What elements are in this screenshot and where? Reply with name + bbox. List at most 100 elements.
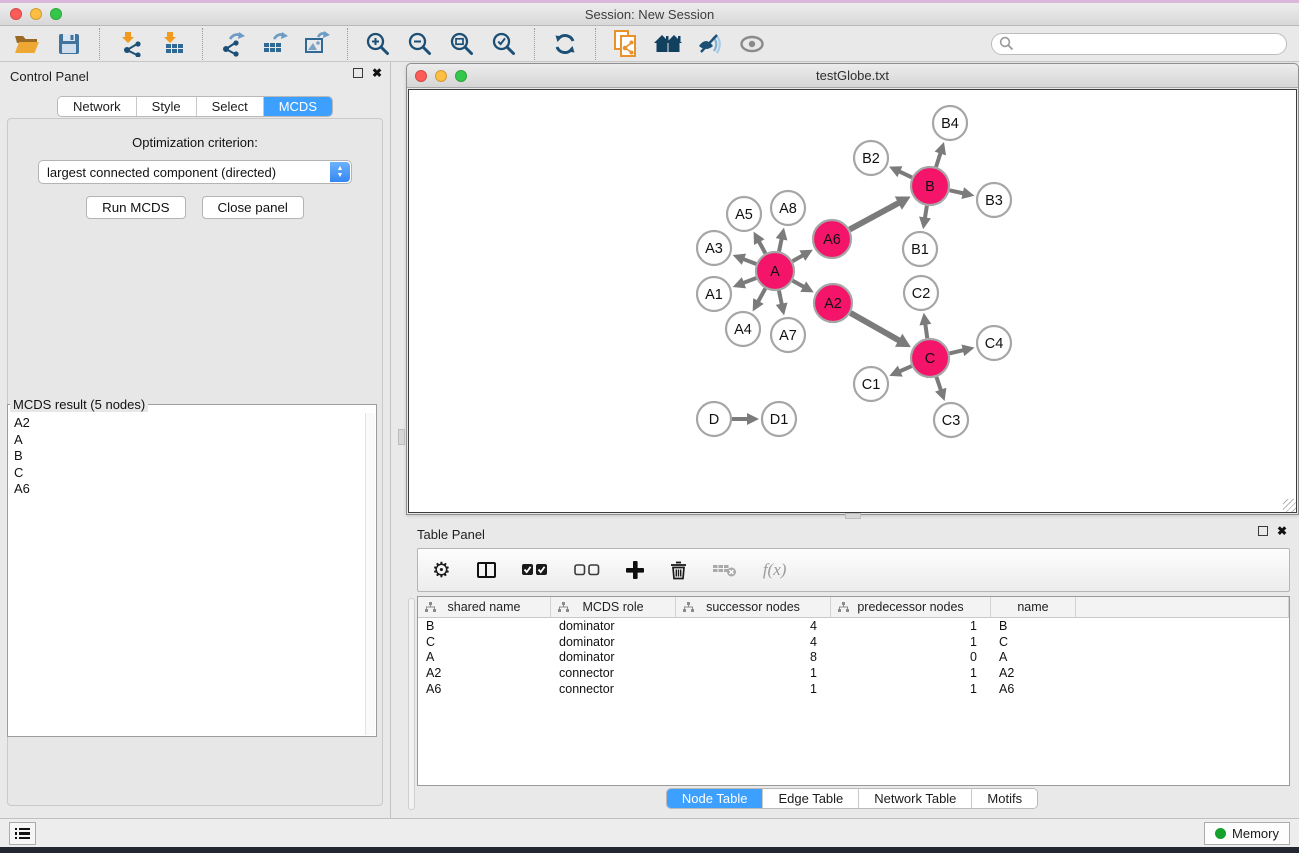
edge-A-A6[interactable] (792, 255, 803, 261)
save-session-icon[interactable] (53, 29, 85, 59)
float-panel-icon[interactable] (353, 68, 363, 78)
table-cell[interactable]: 1 (831, 619, 991, 633)
select-all-icon[interactable] (522, 564, 548, 576)
edge-C-C1[interactable] (899, 366, 911, 371)
close-table-panel-icon[interactable]: ✖ (1277, 526, 1287, 536)
table-row[interactable]: Cdominator41C (418, 634, 1289, 650)
edge-A-A8[interactable] (779, 238, 782, 251)
add-row-icon[interactable] (626, 561, 644, 579)
table-cell[interactable]: 0 (831, 650, 991, 664)
table-cell[interactable]: C (418, 635, 551, 649)
table-cell[interactable]: dominator (551, 635, 676, 649)
mcds-result-item[interactable]: C (14, 465, 376, 482)
search-field[interactable] (991, 33, 1287, 55)
network-canvas[interactable]: B4B2BB3A5A8A6A3AB1A1A2C2A4A7C4CC1DD1C3 (408, 89, 1297, 513)
horizontal-splitter-grip[interactable] (845, 513, 861, 519)
table-cell[interactable]: 1 (831, 682, 991, 696)
show-view-icon[interactable] (736, 29, 768, 59)
column-header-name[interactable]: name (991, 597, 1076, 617)
column-header-successor-nodes[interactable]: successor nodes (676, 597, 831, 617)
window-resize-grip[interactable] (1283, 499, 1296, 512)
table-cell[interactable]: 4 (676, 619, 831, 633)
zoom-selected-icon[interactable] (488, 29, 520, 59)
tab-select[interactable]: Select (197, 97, 264, 116)
tab-motifs[interactable]: Motifs (972, 789, 1037, 808)
edge-A-A2[interactable] (793, 281, 805, 287)
column-header-predecessor-nodes[interactable]: predecessor nodes (831, 597, 991, 617)
edge-A2-C[interactable] (850, 313, 899, 341)
table-cell[interactable]: 1 (831, 666, 991, 680)
edge-A-A3[interactable] (743, 259, 756, 264)
tab-node-table[interactable]: Node Table (667, 789, 764, 808)
mcds-result-item[interactable]: A2 (14, 415, 376, 432)
edge-A-A5[interactable] (759, 241, 766, 253)
table-cell[interactable]: A6 (991, 682, 1076, 696)
export-table-icon[interactable] (259, 29, 291, 59)
table-cell[interactable]: A (418, 650, 551, 664)
table-cell[interactable]: 1 (676, 682, 831, 696)
zoom-fit-icon[interactable] (446, 29, 478, 59)
edge-B-B4[interactable] (936, 153, 941, 167)
tab-edge-table[interactable]: Edge Table (763, 789, 859, 808)
home-networks-icon[interactable] (652, 29, 684, 59)
table-left-scrollbar[interactable] (408, 598, 415, 810)
tab-style[interactable]: Style (137, 97, 197, 116)
column-header-MCDS-role[interactable]: MCDS role (551, 597, 676, 617)
table-cell[interactable]: A (991, 650, 1076, 664)
table-cell[interactable]: dominator (551, 619, 676, 633)
zoom-in-icon[interactable] (362, 29, 394, 59)
network-graph[interactable]: B4B2BB3A5A8A6A3AB1A1A2C2A4A7C4CC1DD1C3 (409, 90, 1298, 514)
table-row[interactable]: Bdominator41B (418, 618, 1289, 634)
edge-C-C2[interactable] (925, 324, 927, 338)
edge-C-C3[interactable] (936, 377, 941, 391)
mcds-result-scrollbar[interactable] (365, 413, 375, 735)
table-cell[interactable]: 1 (676, 666, 831, 680)
memory-button[interactable]: Memory (1204, 822, 1290, 845)
edge-B-B2[interactable] (899, 171, 912, 177)
edge-B-B3[interactable] (950, 190, 964, 193)
column-header-shared-name[interactable]: shared name (418, 597, 551, 617)
mcds-result-item[interactable]: B (14, 448, 376, 465)
table-cell[interactable]: B (418, 619, 551, 633)
function-builder-icon[interactable]: f(x) (763, 560, 787, 580)
zoom-out-icon[interactable] (404, 29, 436, 59)
export-network-icon[interactable] (217, 29, 249, 59)
hide-graphics-details-icon[interactable] (694, 29, 726, 59)
delete-row-icon[interactable] (670, 561, 687, 580)
close-panel-button[interactable]: Close panel (202, 196, 304, 219)
table-cell[interactable]: 8 (676, 650, 831, 664)
mcds-result-item[interactable]: A (14, 432, 376, 449)
tab-network[interactable]: Network (58, 97, 137, 116)
deselect-all-icon[interactable] (574, 564, 600, 576)
float-table-panel-icon[interactable] (1258, 526, 1268, 536)
table-settings-icon[interactable]: ⚙ (432, 560, 451, 581)
import-network-icon[interactable] (114, 29, 146, 59)
table-cell[interactable]: A2 (418, 666, 551, 680)
table-cell[interactable]: 4 (676, 635, 831, 649)
table-cell[interactable]: B (991, 619, 1076, 633)
tab-mcds[interactable]: MCDS (264, 97, 332, 116)
mcds-result-item[interactable]: A6 (14, 481, 376, 498)
edge-A-A1[interactable] (743, 278, 756, 283)
criterion-select[interactable]: largest connected component (directed) ▲… (38, 160, 352, 184)
table-cell[interactable]: 1 (831, 635, 991, 649)
vertical-splitter-grip[interactable] (398, 429, 405, 445)
edge-A-A4[interactable] (758, 289, 765, 302)
task-history-button[interactable] (9, 822, 36, 845)
table-cell[interactable]: connector (551, 666, 676, 680)
table-cell[interactable]: C (991, 635, 1076, 649)
edge-B-B1[interactable] (925, 206, 927, 219)
table-row[interactable]: A2connector11A2 (418, 665, 1289, 681)
network-window-titlebar[interactable]: testGlobe.txt (407, 64, 1298, 88)
open-file-icon[interactable] (11, 29, 43, 59)
export-image-icon[interactable] (301, 29, 333, 59)
import-table-icon[interactable] (156, 29, 188, 59)
show-column-icon[interactable] (477, 562, 496, 578)
delete-table-icon[interactable] (713, 563, 737, 577)
tab-network-table[interactable]: Network Table (859, 789, 972, 808)
run-mcds-button[interactable]: Run MCDS (86, 196, 185, 219)
table-cell[interactable]: A2 (991, 666, 1076, 680)
edge-C-C4[interactable] (949, 350, 963, 353)
edge-A-A7[interactable] (779, 291, 782, 305)
table-row[interactable]: A6connector11A6 (418, 681, 1289, 697)
